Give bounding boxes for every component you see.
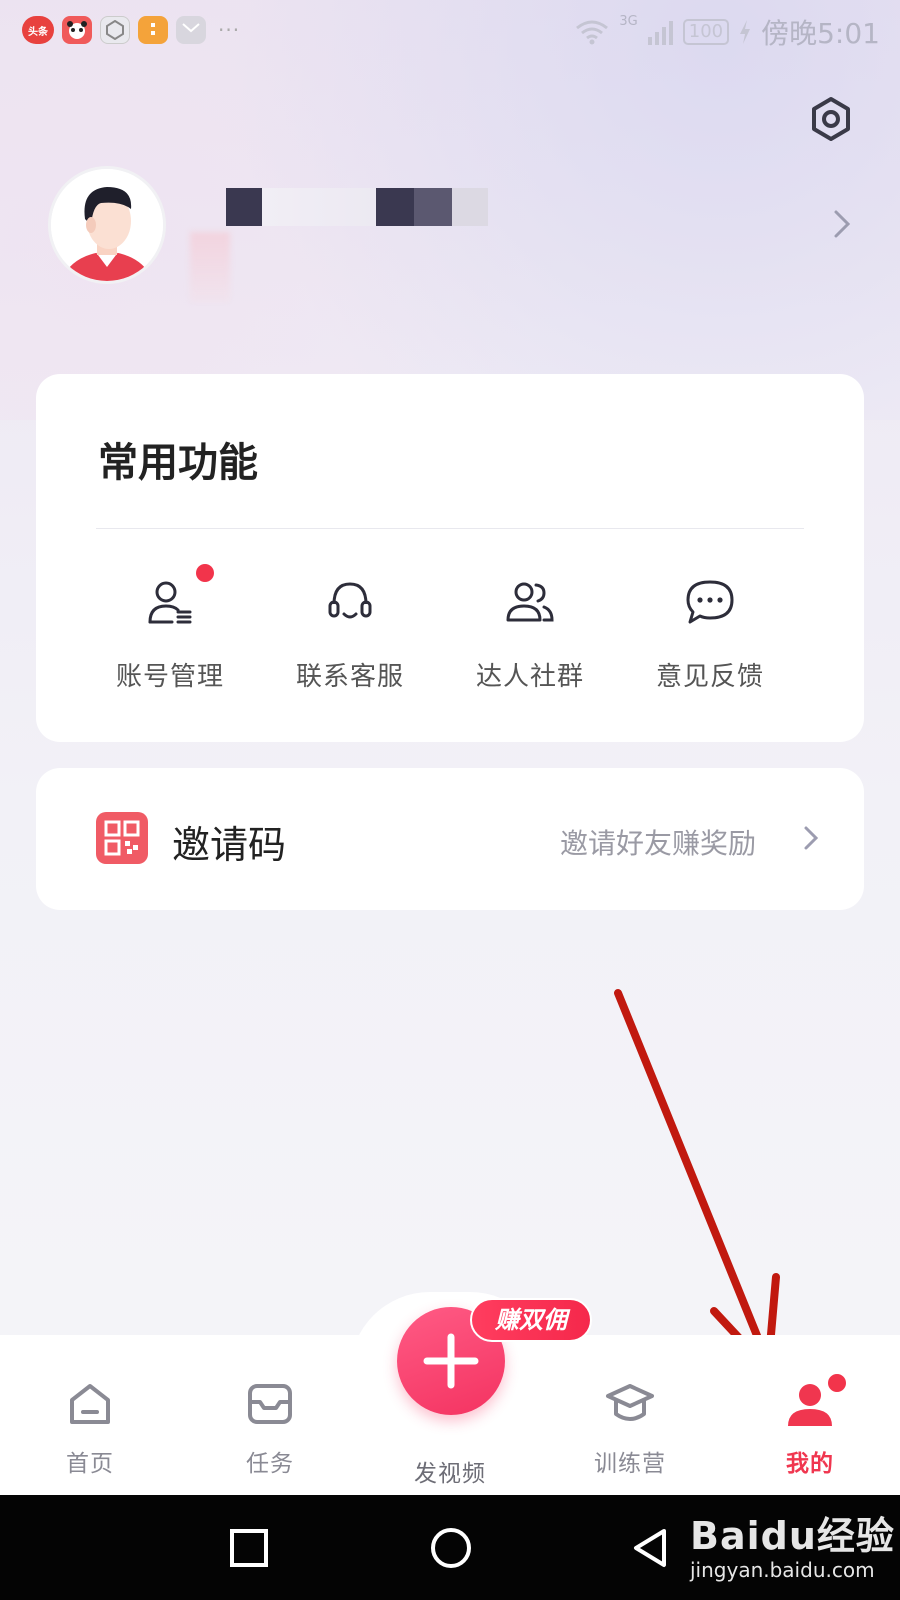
profile-icon xyxy=(784,1372,848,1430)
charging-icon xyxy=(740,20,751,44)
tab-training-camp[interactable]: 训练营 xyxy=(570,1378,690,1478)
message-app-icon xyxy=(176,16,206,44)
username-redacted-block xyxy=(226,188,262,226)
wifi-icon xyxy=(576,20,609,45)
clock: 傍晚5:01 xyxy=(761,17,880,50)
profile-chevron-right-icon[interactable] xyxy=(830,208,854,240)
username-redacted-block xyxy=(262,188,376,226)
invite-chevron-right-icon xyxy=(802,824,820,852)
watermark-url: jingyan.baidu.com xyxy=(690,1558,875,1582)
earn-double-commission-badge: 赚双佣 xyxy=(470,1298,592,1342)
status-bar: 头条 ··· 3G 100 傍晚5:01 xyxy=(0,0,900,60)
creator-group-button[interactable]: 达人社群 xyxy=(440,574,620,704)
common-functions-card: 常用功能 账号管理 联系客服 达人社群 意见反馈 xyxy=(36,374,864,742)
user-subtitle-redacted xyxy=(190,232,230,302)
battery-indicator: 100 xyxy=(682,19,730,45)
back-button-icon[interactable] xyxy=(626,1523,676,1573)
username-redacted-block xyxy=(452,188,488,226)
recent-apps-icon[interactable] xyxy=(224,1523,274,1573)
orange-app-icon xyxy=(138,16,168,44)
invite-code-row[interactable]: 邀请码 邀请好友赚奖励 xyxy=(36,768,864,910)
feedback-button[interactable]: 意见反馈 xyxy=(620,574,800,704)
panda-app-icon xyxy=(62,16,92,44)
creator-group-label: 达人社群 xyxy=(475,662,584,692)
chat-bubble-icon xyxy=(682,574,738,630)
divider xyxy=(96,528,804,529)
feedback-label: 意见反馈 xyxy=(655,662,764,692)
tab-label: 训练营 xyxy=(594,1451,666,1477)
avatar[interactable] xyxy=(48,166,166,284)
account-manage-icon xyxy=(142,564,214,630)
spirit-app-icon xyxy=(100,16,130,44)
username-redacted-block xyxy=(376,188,414,226)
more-notifications-icon: ··· xyxy=(218,18,241,42)
network-type: 3G xyxy=(619,14,638,29)
signal-icon xyxy=(647,19,673,45)
tab-mine[interactable]: 我的 xyxy=(750,1372,870,1478)
new-badge-dot xyxy=(196,564,214,582)
username-redacted-block xyxy=(414,188,452,226)
settings-gear-icon[interactable] xyxy=(808,96,854,142)
group-icon xyxy=(502,574,558,630)
watermark-brand: Baidu经验 xyxy=(690,1514,895,1558)
home-icon xyxy=(64,1378,116,1430)
account-manage-label: 账号管理 xyxy=(115,662,224,692)
annotation-arrow-icon xyxy=(614,989,780,1373)
home-button-icon[interactable] xyxy=(426,1523,476,1573)
task-icon xyxy=(244,1378,296,1430)
notification-icons: 头条 ··· xyxy=(22,16,240,44)
invite-hint: 邀请好友赚奖励 xyxy=(560,827,757,860)
baidu-jingyan-watermark: Baidu经验 jingyan.baidu.com xyxy=(690,1505,895,1582)
tab-home[interactable]: 首页 xyxy=(30,1378,150,1478)
graduation-cap-icon xyxy=(604,1378,656,1430)
toutiao-app-icon: 头条 xyxy=(22,16,54,44)
card-title: 常用功能 xyxy=(98,440,258,486)
tab-label: 任务 xyxy=(246,1451,294,1477)
account-manage-button[interactable]: 账号管理 xyxy=(80,564,260,704)
tab-label: 首页 xyxy=(66,1451,114,1477)
headset-icon xyxy=(322,574,378,630)
invite-code-title: 邀请码 xyxy=(172,823,287,867)
contact-service-label: 联系客服 xyxy=(295,662,404,692)
system-navigation-bar: Baidu经验 jingyan.baidu.com xyxy=(0,1495,900,1600)
tab-label: 我的 xyxy=(786,1451,834,1477)
qr-code-icon xyxy=(96,812,148,864)
post-video-label: 发视频 xyxy=(414,1461,486,1487)
tab-tasks[interactable]: 任务 xyxy=(210,1378,330,1478)
new-badge-dot xyxy=(826,1372,848,1394)
contact-service-button[interactable]: 联系客服 xyxy=(260,574,440,704)
system-status: 3G 100 傍晚5:01 xyxy=(575,12,880,52)
